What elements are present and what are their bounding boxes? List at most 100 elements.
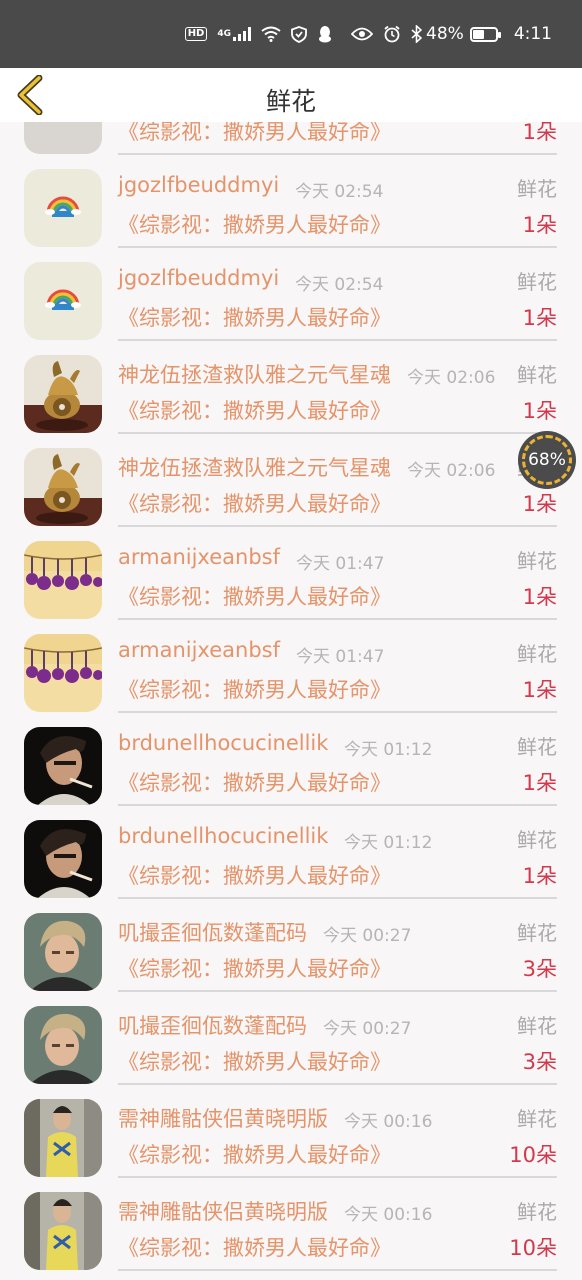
gift-time: 今天 01:12 xyxy=(344,740,433,760)
gift-type: 鲜花 xyxy=(515,917,557,946)
sender-name[interactable]: armanijxeanbsf xyxy=(118,638,280,662)
gift-count: 1朵 xyxy=(522,399,557,423)
list-item-content: 需神雕骷侠侣黄晓明版 今天 00:16 鲜花 《综影视：撒娇男人最好命》 10朵 xyxy=(118,1178,557,1271)
sender-name[interactable]: brdunellhocucinellik xyxy=(118,824,328,848)
gift-time: 今天 02:54 xyxy=(295,275,384,295)
gift-count: 1朵 xyxy=(522,492,557,516)
list-item-content: brdunellhocucinellik 今天 01:12 鲜花 《综影视：撒娇男人最… xyxy=(118,713,557,806)
avatar[interactable] xyxy=(24,541,102,619)
sender-name[interactable]: brdunellhocucinellik xyxy=(118,731,328,755)
book-title[interactable]: 《综影视：撒娇男人最好命》 xyxy=(118,122,391,146)
gift-type: 鲜花 xyxy=(515,1103,557,1132)
list-item-content: jgozlfbeuddmyi 今天 02:54 鲜花 《综影视：撒娇男人最好命》 1朵 xyxy=(118,248,557,341)
sender-name[interactable]: 需神雕骷侠侣黄晓明版 xyxy=(118,1103,328,1133)
list-item[interactable]: armanijxeanbsf 今天 01:47 鲜花 《综影视：撒娇男人最好命》 1朵 xyxy=(0,527,582,620)
gift-time: 今天 02:06 xyxy=(407,461,496,481)
book-title[interactable]: 《综影视：撒娇男人最好命》 xyxy=(118,1046,391,1076)
avatar[interactable] xyxy=(24,913,102,991)
sender-name[interactable]: jgozlfbeuddmyi xyxy=(118,173,279,197)
avatar[interactable] xyxy=(24,355,102,433)
gift-time: 今天 02:54 xyxy=(295,182,384,202)
book-title[interactable]: 《综影视：撒娇男人最好命》 xyxy=(118,302,391,332)
gift-count: 3朵 xyxy=(522,957,557,981)
avatar[interactable] xyxy=(24,1192,102,1270)
avatar[interactable] xyxy=(24,1099,102,1177)
gift-count: 1朵 xyxy=(522,678,557,702)
gift-type: 鲜花 xyxy=(515,1010,557,1039)
book-title[interactable]: 《综影视：撒娇男人最好命》 xyxy=(118,953,391,983)
list-item-content: 叽撮歪徊佤数蓬配码 今天 00:27 鲜花《综影视：撒娇男人最好命》 3朵 xyxy=(118,899,557,992)
list-item[interactable]: 《综影视：撒娇男人最好命》 1朵 xyxy=(0,122,582,155)
list-item[interactable]: 神龙伍拯渣救队雅之元气星魂今天 02:06鲜花《综影视：撒娇男人最好命》1朵 xyxy=(0,434,582,527)
status-bar: HD 4G 48% 4:11 xyxy=(0,0,582,68)
avatar[interactable] xyxy=(24,1006,102,1084)
book-title[interactable]: 《综影视：撒娇男人最好命》 xyxy=(118,674,391,704)
gift-count: 10朵 xyxy=(509,1143,557,1167)
list-item[interactable]: armanijxeanbsf 今天 01:47 鲜花 《综影视：撒娇男人最好命》 1朵 xyxy=(0,620,582,713)
book-title[interactable]: 《综影视：撒娇男人最好命》 xyxy=(118,209,391,239)
avatar[interactable] xyxy=(24,262,102,340)
wifi-icon xyxy=(261,26,281,42)
gift-count: 1朵 xyxy=(522,122,557,144)
list-item[interactable]: 需神雕骷侠侣黄晓明版 今天 00:16 鲜花 《综影视：撒娇男人最好命》 10朵 xyxy=(0,1085,582,1178)
avatar[interactable] xyxy=(24,122,102,154)
avatar[interactable] xyxy=(24,820,102,898)
sender-name[interactable]: 需神雕骷侠侣黄晓明版 xyxy=(118,1196,328,1226)
sender-name[interactable]: 叽撮歪徊佤数蓬配码 xyxy=(118,917,307,947)
list-item[interactable]: 叽撮歪徊佤数蓬配码 今天 00:27 鲜花 《综影视：撒娇男人最好命》 3朵 xyxy=(0,992,582,1085)
gift-type: 鲜花 xyxy=(515,173,557,202)
list-item[interactable]: 神龙伍拯渣救队雅之元气星魂今天 02:06鲜花《综影视：撒娇男人最好命》1朵 xyxy=(0,341,582,434)
gift-time: 今天 01:47 xyxy=(296,647,385,667)
eye-icon xyxy=(351,27,374,41)
book-title[interactable]: 《综影视：撒娇男人最好命》 xyxy=(118,860,391,890)
gift-count: 1朵 xyxy=(522,864,557,888)
signal-icon: 4G xyxy=(217,27,252,41)
qq-icon xyxy=(317,25,333,43)
gift-time: 今天 00:27 xyxy=(323,1019,412,1039)
book-title[interactable]: 《综影视：撒娇男人最好命》 xyxy=(118,581,391,611)
sender-name[interactable]: jgozlfbeuddmyi xyxy=(118,266,279,290)
list-item-content: armanijxeanbsf 今天 01:47 鲜花 《综影视：撒娇男人最好命》 1朵 xyxy=(118,527,557,620)
avatar[interactable] xyxy=(24,169,102,247)
clock: 4:11 xyxy=(513,24,552,44)
hd-icon: HD xyxy=(184,27,208,41)
nav-bar: 鲜花 xyxy=(0,68,582,122)
list-item[interactable]: brdunellhocucinellik 今天 01:12 鲜花《综影视：撒娇男人最… xyxy=(0,806,582,899)
list-item-content: 神龙伍拯渣救队雅之元气星魂今天 02:06鲜花《综影视：撒娇男人最好命》1朵 xyxy=(118,434,557,527)
avatar[interactable] xyxy=(24,448,102,526)
gift-type: 鲜花 xyxy=(515,1196,557,1225)
list-item-content: brdunellhocucinellik 今天 01:12 鲜花《综影视：撒娇男人最… xyxy=(118,806,557,899)
gift-type: 鲜花 xyxy=(515,266,557,295)
gift-count: 1朵 xyxy=(522,585,557,609)
avatar[interactable] xyxy=(24,727,102,805)
list-item-content: armanijxeanbsf 今天 01:47 鲜花 《综影视：撒娇男人最好命》 1朵 xyxy=(118,620,557,713)
book-title[interactable]: 《综影视：撒娇男人最好命》 xyxy=(118,1232,391,1262)
list-item-content: 叽撮歪徊佤数蓬配码 今天 00:27 鲜花 《综影视：撒娇男人最好命》 3朵 xyxy=(118,992,557,1085)
list-item[interactable]: brdunellhocucinellik 今天 01:12 鲜花 《综影视：撒娇男人最… xyxy=(0,713,582,806)
gift-time: 今天 01:47 xyxy=(296,554,385,574)
list-item[interactable]: 叽撮歪徊佤数蓬配码 今天 00:27 鲜花《综影视：撒娇男人最好命》 3朵 xyxy=(0,899,582,992)
gift-time: 今天 00:27 xyxy=(323,926,412,946)
list-item[interactable]: jgozlfbeuddmyi 今天 02:54 鲜花 《综影视：撒娇男人最好命》 1朵 xyxy=(0,155,582,248)
list-item[interactable]: 需神雕骷侠侣黄晓明版 今天 00:16 鲜花 《综影视：撒娇男人最好命》 10朵 xyxy=(0,1178,582,1271)
gift-time: 今天 01:12 xyxy=(344,833,433,853)
list-item-content: 《综影视：撒娇男人最好命》 1朵 xyxy=(118,122,557,155)
sender-name[interactable]: 神龙伍拯渣救队雅之元气星魂 xyxy=(118,452,391,482)
sender-name[interactable]: armanijxeanbsf xyxy=(118,545,280,569)
book-title[interactable]: 《综影视：撒娇男人最好命》 xyxy=(118,488,391,518)
list-item[interactable]: jgozlfbeuddmyi 今天 02:54 鲜花 《综影视：撒娇男人最好命》 1朵 xyxy=(0,248,582,341)
book-title[interactable]: 《综影视：撒娇男人最好命》 xyxy=(118,1139,391,1169)
sender-name[interactable]: 叽撮歪徊佤数蓬配码 xyxy=(118,1010,307,1040)
page-title: 鲜花 xyxy=(265,87,316,116)
gift-time: 今天 00:16 xyxy=(344,1205,433,1225)
gift-type: 鲜花 xyxy=(515,824,557,853)
book-title[interactable]: 《综影视：撒娇男人最好命》 xyxy=(118,395,391,425)
book-title[interactable]: 《综影视：撒娇男人最好命》 xyxy=(118,767,391,797)
sender-name[interactable]: 神龙伍拯渣救队雅之元气星魂 xyxy=(118,359,391,389)
battery-icon xyxy=(469,26,501,42)
gift-list[interactable]: 《综影视：撒娇男人最好命》 1朵 jgozlfbeuddmyi 今天 02:54 鲜花《… xyxy=(0,122,582,1280)
floating-progress-badge[interactable]: 68% xyxy=(518,431,576,489)
avatar[interactable] xyxy=(24,634,102,712)
shield-icon xyxy=(291,25,307,43)
gift-count: 1朵 xyxy=(522,771,557,795)
